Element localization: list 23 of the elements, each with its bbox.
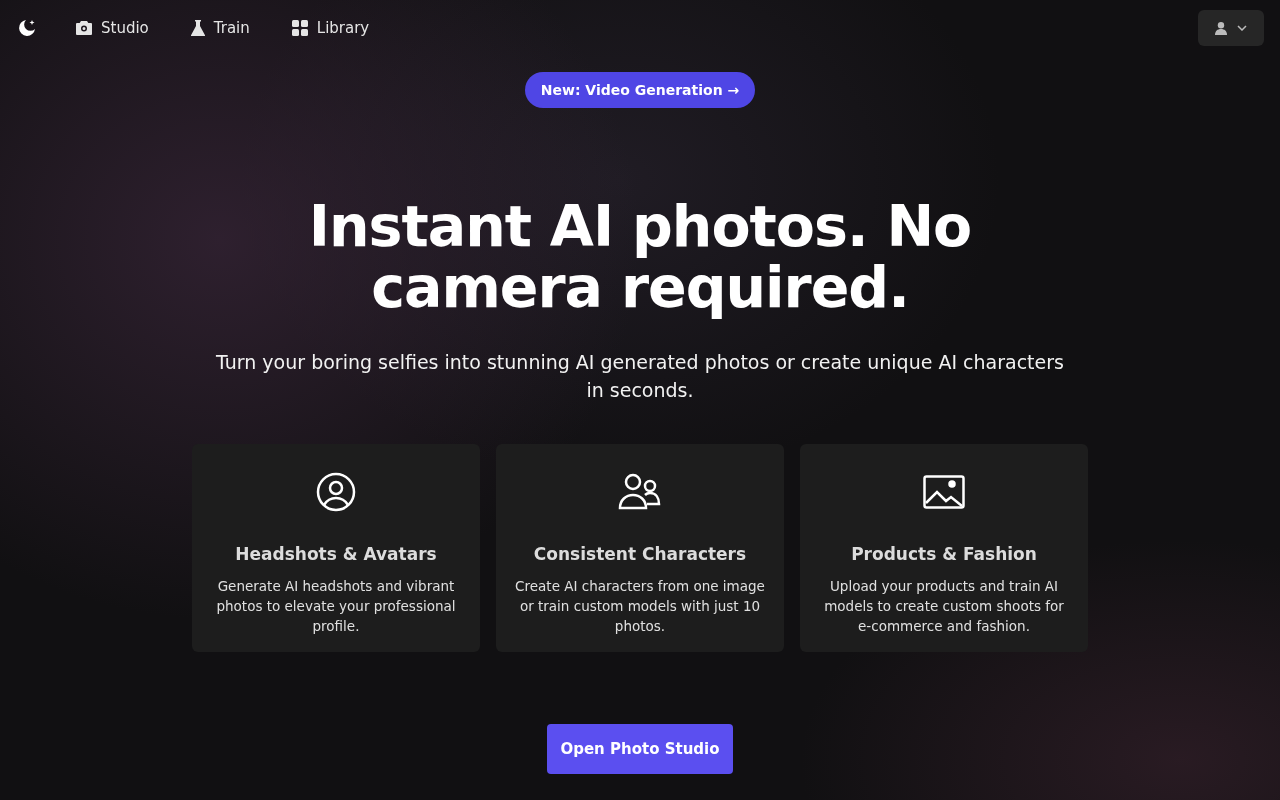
camera-icon	[76, 21, 92, 35]
nav-link[interactable]: Library	[291, 19, 370, 37]
feature-title: Headshots & Avatars	[235, 544, 437, 564]
feature-title: Products & Fashion	[851, 544, 1037, 564]
users-icon	[618, 472, 662, 512]
feature-description: Create AI characters from one image or train custom models with just 10 photos.	[514, 577, 766, 636]
feature-title: Consistent Characters	[533, 544, 747, 564]
headline: Instant AI photos. No camera required.	[307, 196, 973, 318]
subtitle: Turn your boring selfies into stunning AI generated photos or create unique AI characters in seconds.	[215, 350, 1065, 403]
grid-icon	[291, 20, 308, 36]
chevron-down-icon	[1237, 25, 1247, 31]
image-icon	[923, 475, 965, 509]
account-menu-button[interactable]	[1198, 10, 1264, 46]
feature-description: Upload your products and train AI models to create custom shoots for e-commerce and fashion.	[823, 577, 1065, 636]
nav-link[interactable]: Studio	[76, 19, 149, 37]
flask-icon	[190, 20, 205, 36]
moon-icon[interactable]	[18, 19, 36, 37]
user-icon	[1215, 21, 1227, 35]
open-studio-button[interactable]: Open Photo Studio	[547, 724, 733, 774]
feature-description: Generate AI headshots and vibrant photos to elevate your professional profile.	[215, 577, 457, 636]
user-circle-icon	[316, 472, 356, 512]
announcement-link[interactable]: New: Video Generation →	[524, 72, 756, 108]
nav-link[interactable]: Train	[190, 19, 250, 37]
